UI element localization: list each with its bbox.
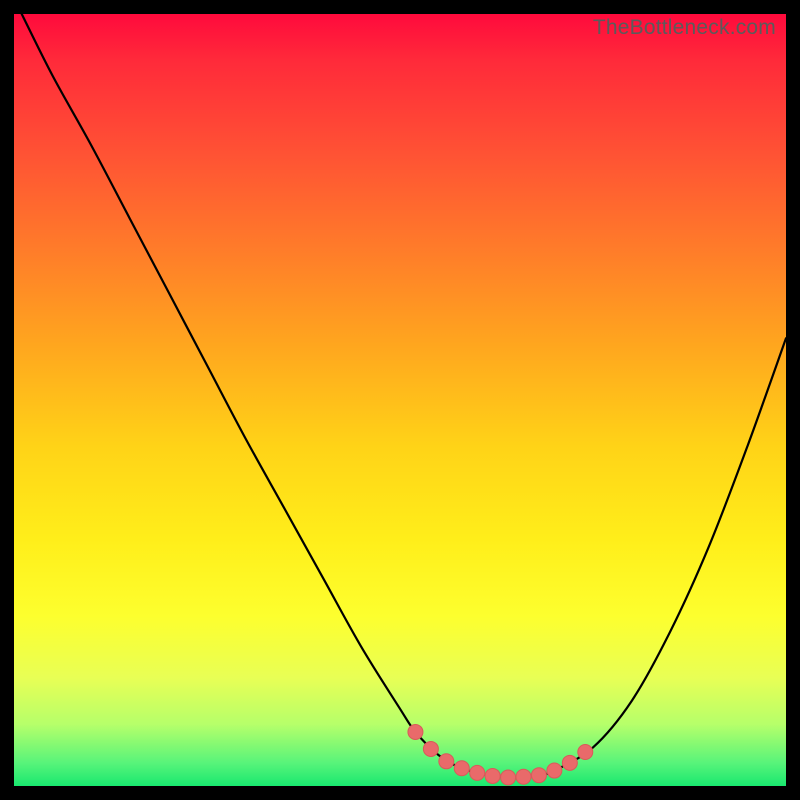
highlight-marker <box>485 768 500 783</box>
highlight-marker <box>501 770 516 785</box>
highlight-marker <box>562 755 577 770</box>
highlight-marker <box>423 741 438 756</box>
highlight-marker <box>516 769 531 784</box>
highlight-marker <box>531 768 546 783</box>
highlight-marker <box>547 763 562 778</box>
chart-svg <box>14 14 786 786</box>
highlight-marker <box>439 754 454 769</box>
highlight-marker <box>408 724 423 739</box>
highlight-marker <box>470 765 485 780</box>
highlight-marker <box>578 745 593 760</box>
chart-frame: TheBottleneck.com <box>0 0 800 800</box>
optimal-range-markers <box>408 724 593 785</box>
bottleneck-curve <box>22 14 786 778</box>
chart-plot-area: TheBottleneck.com <box>14 14 786 786</box>
highlight-marker <box>454 761 469 776</box>
